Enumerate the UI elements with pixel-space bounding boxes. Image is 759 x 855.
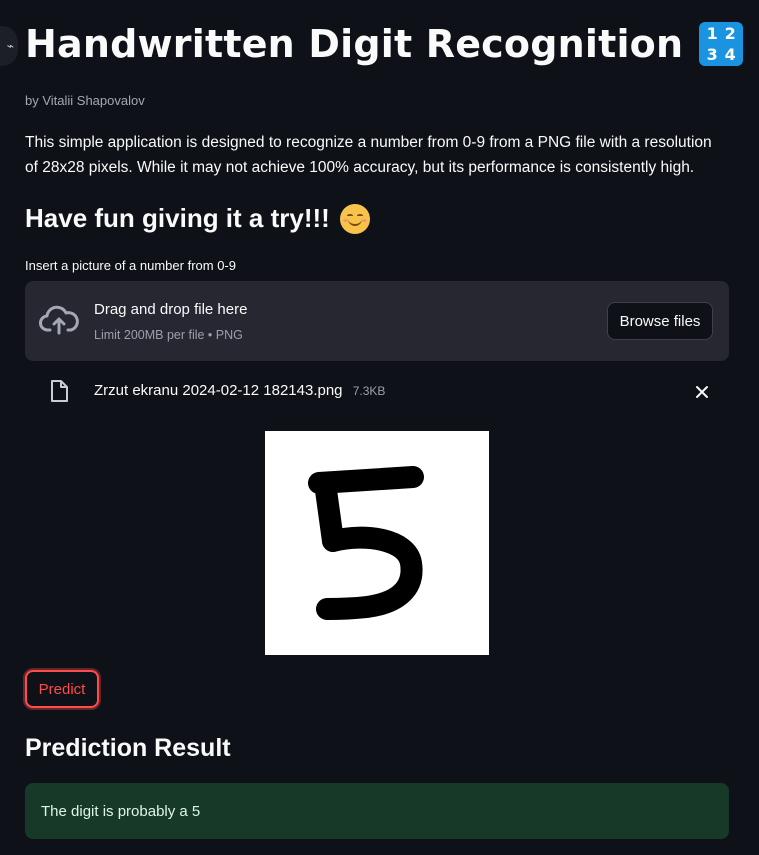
file-icon [51, 380, 68, 402]
header: Handwritten Digit Recognition 1 2 3 4 [25, 22, 744, 66]
dropzone-limit: Limit 200MB per file • PNG [94, 328, 243, 342]
close-icon[interactable] [691, 381, 713, 403]
cloud-upload-icon [39, 305, 79, 335]
dropzone-instructions: Drag and drop file here [94, 301, 248, 318]
page-title: Handwritten Digit Recognition [25, 22, 684, 66]
result-heading: Prediction Result [25, 734, 231, 762]
file-size: 7.3KB [352, 384, 386, 398]
file-name-row: Zrzut ekranu 2024-02-12 182143.png 7.3KB [94, 382, 385, 399]
prediction-alert: The digit is probably a 5 [25, 783, 729, 839]
browse-files-button[interactable]: Browse files [607, 302, 713, 340]
intro-paragraph: This simple application is designed to r… [25, 134, 712, 176]
uploaded-file-item: Zrzut ekranu 2024-02-12 182143.png 7.3KB [25, 375, 729, 409]
uploaded-digit-image [265, 431, 489, 655]
num-icon-digit: 2 [724, 24, 736, 43]
file-name: Zrzut ekranu 2024-02-12 182143.png [94, 382, 343, 399]
num-icon-digit: 4 [724, 45, 736, 64]
input-numbers-icon: 1 2 3 4 [699, 22, 744, 66]
uploader-label: Insert a picture of a number from 0-9 [25, 258, 236, 273]
app-page: ⌁ Handwritten Digit Recognition 1 2 3 4 … [0, 0, 759, 855]
num-icon-digit: 3 [706, 45, 718, 64]
subtitle-row: Have fun giving it a try!!! [25, 203, 370, 234]
author-caption: by Vitalii Shapovalov [25, 93, 145, 108]
subtitle: Have fun giving it a try!!! [25, 203, 330, 233]
file-dropzone[interactable]: Drag and drop file here Limit 200MB per … [25, 281, 729, 361]
smiling-face-icon [339, 203, 370, 234]
predict-button[interactable]: Predict [25, 670, 99, 708]
link-icon[interactable]: ⌁ [0, 26, 18, 66]
num-icon-digit: 1 [706, 24, 718, 43]
prediction-text: The digit is probably a 5 [41, 802, 201, 820]
